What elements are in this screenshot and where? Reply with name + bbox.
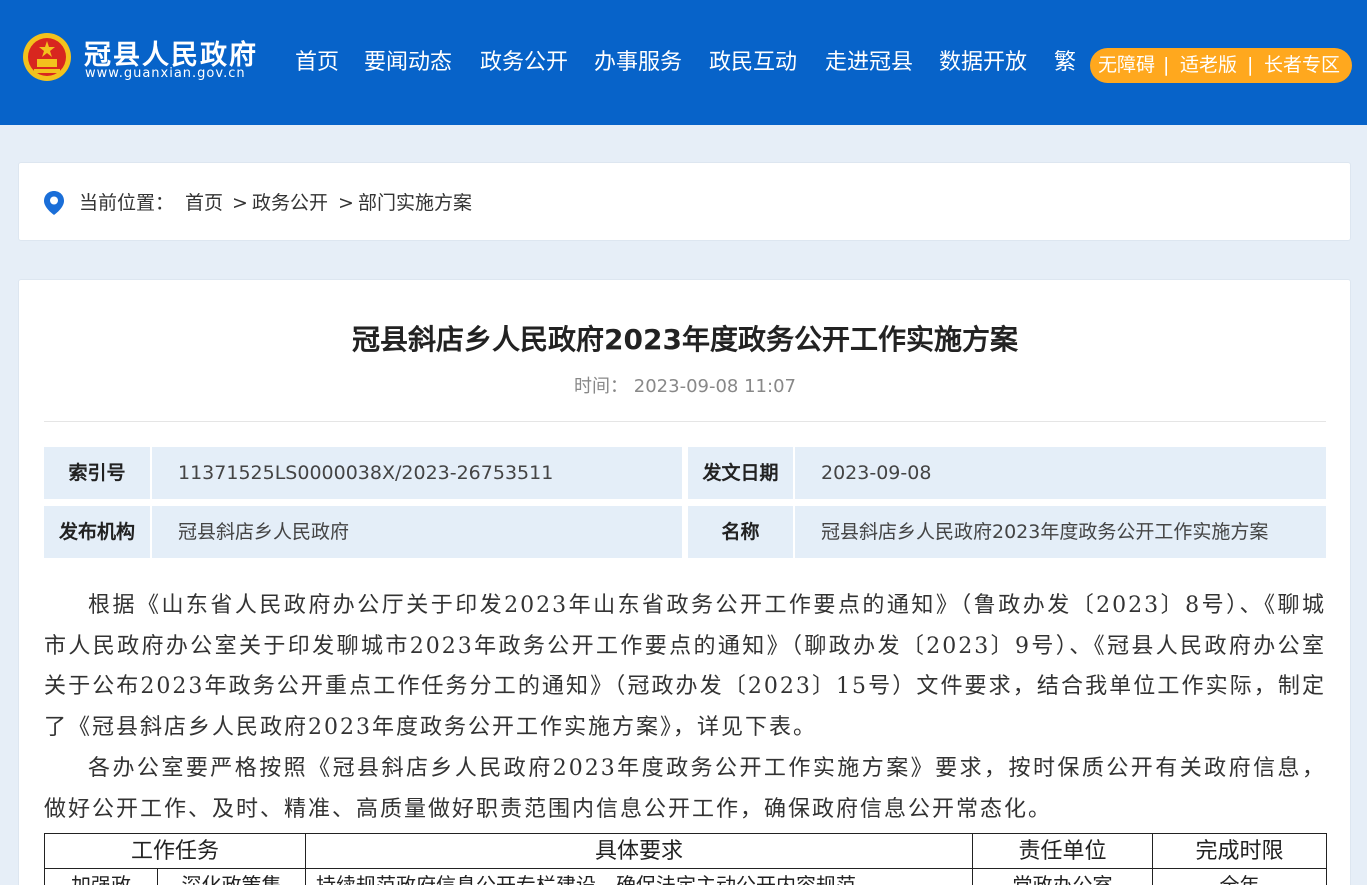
title-divider xyxy=(44,421,1326,422)
nav-item-gov-open[interactable]: 政务公开 xyxy=(480,48,568,78)
meta-name-value: 冠县斜店乡人民政府2023年度政务公开工作实施方案 xyxy=(795,506,1326,558)
body-paragraph-1: 根据《山东省人民政府办公厅关于印发2023年山东省政务公开工作要点的通知》（鲁政… xyxy=(44,593,1326,740)
accessibility-bar: 无障碍 | 适老版 | 长者专区 xyxy=(1090,48,1352,83)
nav-item-services[interactable]: 办事服务 xyxy=(594,48,682,78)
breadcrumb-sep: > xyxy=(232,192,248,214)
table-cell-requirement: 持续规范政府信息公开专栏建设，确保法定主动公开内容规范 xyxy=(305,868,974,885)
table-row: 加强政 深化政策集 持续规范政府信息公开专栏建设，确保法定主动公开内容规范 党政… xyxy=(44,868,1328,885)
breadcrumb-gov-open[interactable]: 政务公开 xyxy=(252,190,328,216)
breadcrumb-sep: > xyxy=(338,192,354,214)
site-domain: www.guanxian.gov.cn xyxy=(85,66,246,81)
nav-item-data-open[interactable]: 数据开放 xyxy=(939,48,1027,78)
meta-date-label: 发文日期 xyxy=(688,447,793,499)
article-title: 冠县斜店乡人民政府2023年度政务公开工作实施方案 xyxy=(352,323,1018,356)
table-cell-task: 加强政 xyxy=(44,868,158,885)
table-header-unit: 责任单位 xyxy=(972,833,1154,869)
table-header-requirement: 具体要求 xyxy=(305,833,974,869)
nav-item-interaction[interactable]: 政民互动 xyxy=(709,48,797,78)
table-header-row: 工作任务 具体要求 责任单位 完成时限 xyxy=(43,833,1328,869)
time-value: 2023-09-08 11:07 xyxy=(633,376,796,397)
nav-item-about[interactable]: 走进冠县 xyxy=(825,48,913,78)
meta-org-value: 冠县斜店乡人民政府 xyxy=(152,506,682,558)
breadcrumb-current[interactable]: 部门实施方案 xyxy=(358,190,472,216)
site-header: 冠县人民政府 www.guanxian.gov.cn 首页 要闻动态 政务公开 … xyxy=(0,0,1367,125)
table-header-task: 工作任务 xyxy=(43,833,307,869)
time-label: 时间： xyxy=(574,376,629,397)
meta-index-value: 11371525LS0000038X/2023-26753511 xyxy=(152,447,682,499)
meta-index-label: 索引号 xyxy=(44,447,150,499)
nav-item-home[interactable]: 首页 xyxy=(295,48,339,78)
access-separator: | xyxy=(1163,54,1170,76)
breadcrumb-home[interactable]: 首页 xyxy=(185,190,223,216)
accessibility-link[interactable]: 无障碍 xyxy=(1098,48,1155,83)
breadcrumb-label: 当前位置： xyxy=(79,192,175,214)
meta-date-value: 2023-09-08 xyxy=(795,447,1326,499)
body-paragraph-2: 各办公室要严格按照《冠县斜店乡人民政府2023年度政务公开工作实施方案》要求，按… xyxy=(44,756,1326,822)
table-cell-unit: 党政办公室 xyxy=(972,868,1154,885)
table-cell-deadline: 全年 xyxy=(1152,868,1328,885)
access-separator: | xyxy=(1247,54,1254,76)
table-header-deadline: 完成时限 xyxy=(1152,833,1328,869)
elderly-version-link[interactable]: 适老版 xyxy=(1180,48,1237,83)
senior-zone-link[interactable]: 长者专区 xyxy=(1264,48,1340,83)
meta-org-label: 发布机构 xyxy=(44,506,150,558)
task-table: 工作任务 具体要求 责任单位 完成时限 加强政 深化政策集 持续规范政府信息公开… xyxy=(43,833,1328,885)
national-emblem-icon[interactable] xyxy=(22,31,72,83)
meta-name-label: 名称 xyxy=(688,506,793,558)
location-pin-icon xyxy=(44,191,64,215)
table-cell-subtask: 深化政策集 xyxy=(156,868,307,885)
nav-item-news[interactable]: 要闻动态 xyxy=(364,48,452,78)
article-time: 时间： 2023-09-08 11:07 xyxy=(44,372,1326,398)
nav-item-traditional[interactable]: 繁 xyxy=(1054,48,1076,78)
